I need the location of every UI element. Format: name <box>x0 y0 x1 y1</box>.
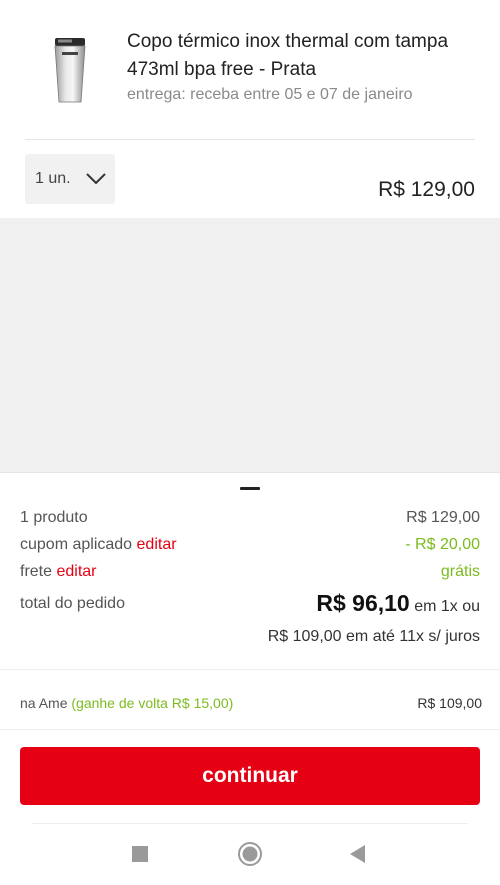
shipping-value: grátis <box>440 563 480 580</box>
coupon-label: cupom aplicado <box>20 536 133 553</box>
divider <box>0 669 500 670</box>
quantity-value: 1 un. <box>35 170 71 187</box>
ame-label: na Ame <box>20 695 68 711</box>
nav-back-icon[interactable] <box>350 845 366 863</box>
product-image[interactable] <box>48 36 92 106</box>
installments-info: R$ 109,00 em até 11x s/ juros <box>267 628 480 645</box>
nav-recent-icon[interactable] <box>132 846 148 862</box>
product-title[interactable]: Copo térmico inox thermal com tampa 473m… <box>127 28 477 84</box>
continue-button[interactable]: continuar <box>20 747 480 805</box>
total-suffix: em 1x ou <box>414 598 480 615</box>
products-value: R$ 129,00 <box>406 509 480 526</box>
product-card: Copo térmico inox thermal com tampa 473m… <box>0 0 500 218</box>
android-nav-bar <box>0 823 500 884</box>
divider <box>0 729 500 730</box>
shipping-edit-link[interactable]: editar <box>56 563 96 580</box>
total-value: R$ 96,10 <box>316 590 410 616</box>
product-price: R$ 129,00 <box>378 178 475 201</box>
divider <box>32 823 468 824</box>
ame-payment-row: na Ame (ganhe de volta R$ 15,00) R$ 109,… <box>20 695 482 711</box>
ame-cashback: (ganhe de volta R$ 15,00) <box>71 695 234 711</box>
delivery-info: entrega: receba entre 05 e 07 de janeiro <box>127 86 413 103</box>
nav-home-icon[interactable] <box>238 842 262 866</box>
products-label: 1 produto <box>20 509 88 526</box>
ame-value: R$ 109,00 <box>417 695 482 711</box>
shipping-label: frete <box>20 563 53 580</box>
chevron-down-icon <box>85 173 106 185</box>
coupon-edit-link[interactable]: editar <box>137 536 177 553</box>
content-background <box>0 218 500 472</box>
divider <box>25 139 475 140</box>
sheet-drag-handle[interactable] <box>240 487 260 490</box>
coupon-value: - R$ 20,00 <box>405 536 480 553</box>
total-label: total do pedido <box>20 595 125 612</box>
quantity-select[interactable]: 1 un. <box>25 154 115 204</box>
